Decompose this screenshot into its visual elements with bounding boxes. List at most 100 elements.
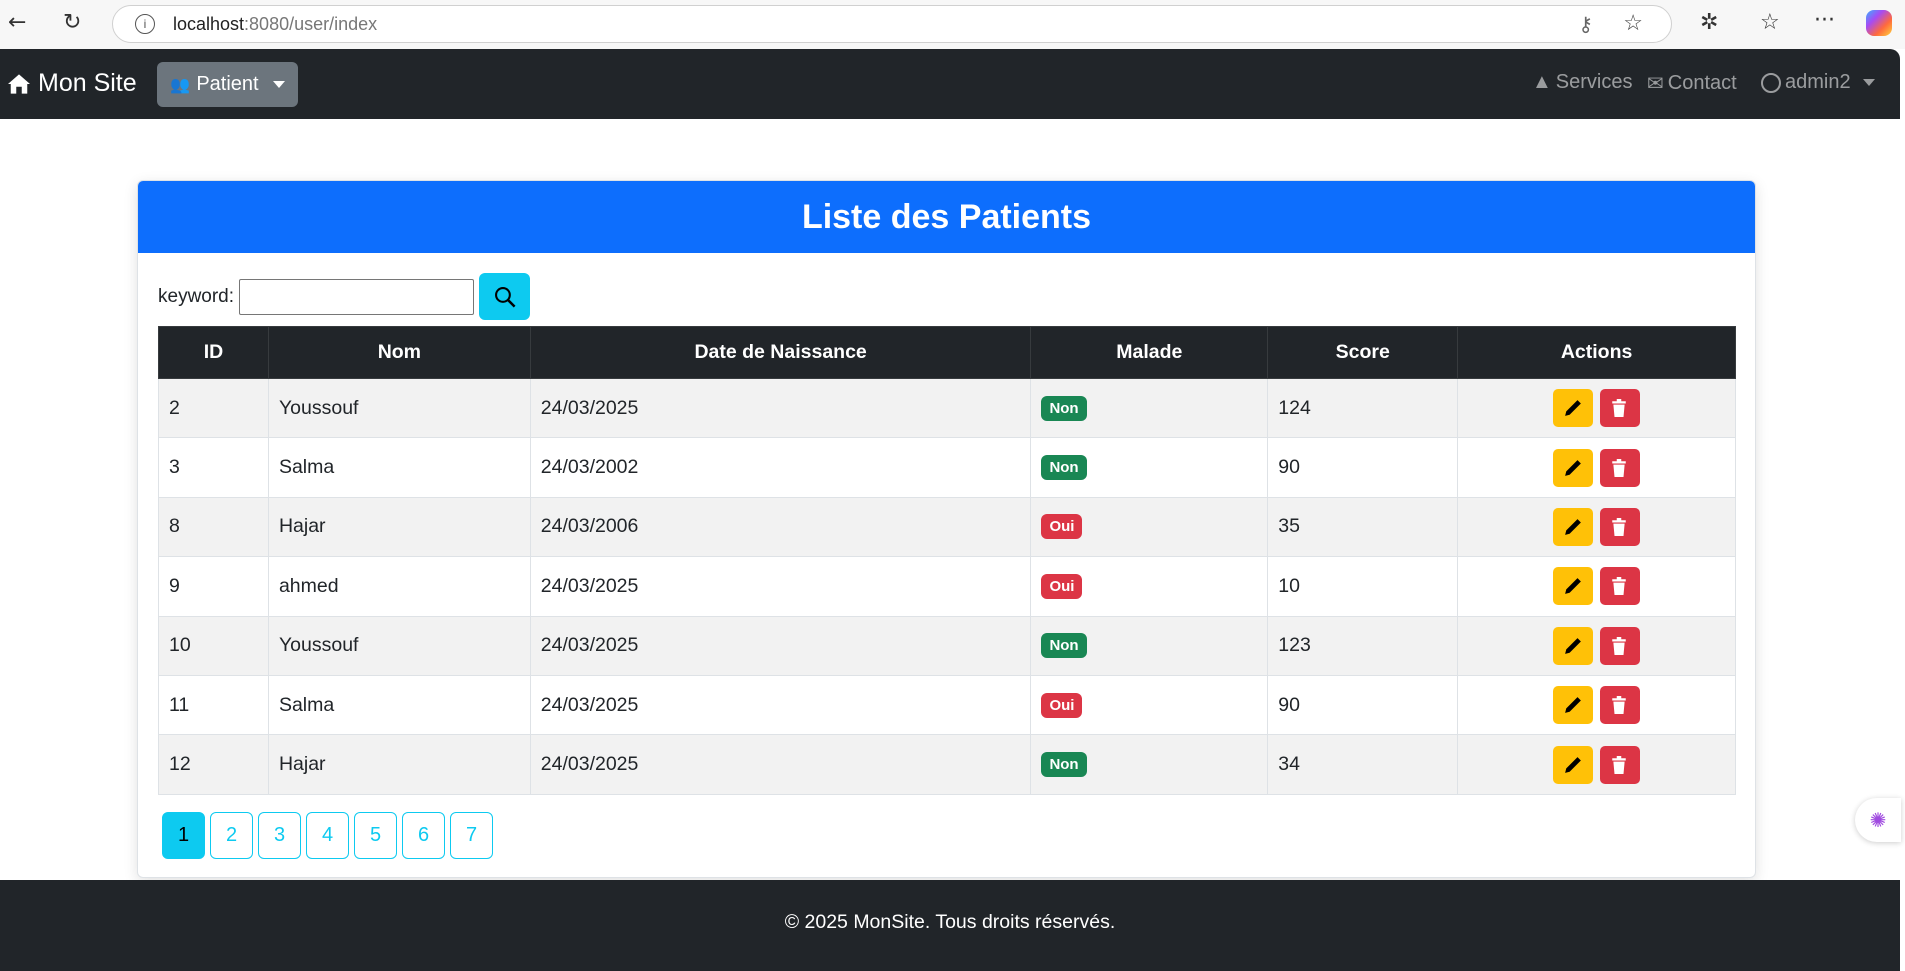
patients-table: ID Nom Date de Naissance Malade Score Actions… [158, 326, 1736, 795]
search-form: keyword: [158, 273, 531, 320]
table-row: 8 Hajar 24/03/2006 Oui 35 [158, 496, 1736, 558]
services-label: Services [1555, 71, 1633, 93]
cell-nom: ahmed [267, 556, 531, 617]
sidebar-assistant-button[interactable]: ✺ [1855, 798, 1901, 842]
page-link-4[interactable]: 4 [306, 812, 349, 859]
brand-label: Mon Site [38, 69, 137, 97]
page-link-6[interactable]: 6 [402, 812, 445, 859]
contact-label: Contact [1667, 72, 1737, 94]
address-bar[interactable]: i localhost:8080/user/index ⚷ ☆ [112, 5, 1672, 43]
cell-id: 2 [158, 377, 269, 439]
home-icon [8, 73, 30, 94]
user-label: admin2 [1785, 71, 1851, 93]
cell-date: 24/03/2025 [529, 377, 1032, 439]
keyword-label: keyword: [158, 285, 235, 307]
services-link[interactable]: ▲ Services [1532, 71, 1633, 94]
brain-icon: ✺ [1869, 809, 1887, 832]
card-title: Liste des Patients [138, 181, 1755, 253]
page-link-5[interactable]: 5 [354, 812, 397, 859]
page-link-3[interactable]: 3 [258, 812, 301, 859]
delete-button[interactable] [1600, 389, 1641, 428]
cell-id: 9 [158, 556, 269, 617]
delete-button[interactable] [1600, 745, 1641, 784]
cell-actions [1457, 556, 1736, 617]
cell-actions [1457, 437, 1736, 498]
cell-actions [1457, 496, 1736, 558]
cell-date: 24/03/2025 [529, 674, 1032, 736]
edit-button[interactable] [1552, 745, 1593, 784]
cell-nom: Hajar [267, 496, 531, 558]
cell-nom: Salma [267, 674, 531, 736]
cell-actions [1457, 734, 1736, 795]
cell-score: 35 [1267, 496, 1459, 558]
patients-card: Liste des Patients keyword: ID Nom Date de… [137, 180, 1756, 878]
malade-badge: Oui [1041, 692, 1083, 718]
cell-id: 11 [158, 674, 269, 736]
cell-score: 90 [1267, 674, 1459, 736]
malade-badge: Non [1041, 395, 1087, 421]
cell-id: 10 [158, 615, 269, 676]
favorites-icon[interactable]: ☆ [1760, 10, 1780, 35]
edit-button[interactable] [1552, 389, 1593, 428]
column-header: Date de Naissance [529, 326, 1032, 379]
cell-malade: Non [1030, 615, 1269, 676]
search-button[interactable] [479, 273, 531, 320]
cell-date: 24/03/2025 [529, 556, 1032, 617]
column-header: Nom [267, 326, 531, 379]
edit-button[interactable] [1552, 448, 1593, 487]
pagination: 1234567 [162, 812, 493, 859]
table-row: 11 Salma 24/03/2025 Oui 90 [158, 674, 1736, 736]
delete-button[interactable] [1600, 626, 1641, 665]
extensions-icon[interactable]: ✲ [1700, 10, 1718, 35]
cell-nom: Youssouf [267, 377, 531, 439]
cell-malade: Oui [1030, 496, 1269, 558]
page-link-2[interactable]: 2 [210, 812, 253, 859]
reload-icon[interactable]: ↻ [63, 10, 81, 35]
cell-actions [1457, 674, 1736, 736]
browser-toolbar: ← ↻ i localhost:8080/user/index ⚷ ☆ ✲ ☆ … [0, 0, 1905, 49]
keyword-input[interactable] [239, 278, 475, 315]
cell-score: 34 [1267, 734, 1459, 795]
column-header: Score [1267, 326, 1459, 379]
edit-button[interactable] [1552, 626, 1593, 665]
malade-badge: Oui [1041, 573, 1083, 599]
copilot-icon[interactable] [1866, 10, 1892, 36]
delete-button[interactable] [1600, 686, 1641, 725]
malade-badge: Non [1041, 455, 1087, 481]
column-header: Actions [1457, 326, 1736, 379]
edit-button[interactable] [1552, 567, 1593, 606]
cell-score: 123 [1267, 615, 1459, 676]
footer: © 2025 MonSite. Tous droits réservés. [0, 880, 1900, 971]
cell-actions [1457, 615, 1736, 676]
back-arrow-icon[interactable]: ← [8, 10, 26, 35]
delete-button[interactable] [1600, 567, 1641, 606]
cell-date: 24/03/2002 [529, 437, 1032, 498]
table-row: 12 Hajar 24/03/2025 Non 34 [158, 734, 1736, 795]
table-row: 3 Salma 24/03/2002 Non 90 [158, 437, 1736, 498]
key-icon[interactable]: ⚷ [1578, 12, 1593, 37]
star-icon[interactable]: ☆ [1623, 10, 1643, 36]
delete-button[interactable] [1600, 507, 1641, 546]
page-link-7[interactable]: 7 [450, 812, 493, 859]
info-icon[interactable]: i [135, 14, 155, 34]
cell-score: 124 [1267, 377, 1459, 439]
edit-button[interactable] [1552, 686, 1593, 725]
cell-score: 10 [1267, 556, 1459, 617]
cell-malade: Non [1030, 437, 1269, 498]
more-icon[interactable]: ··· [1814, 8, 1835, 33]
user-circle-icon [1761, 72, 1781, 93]
page-link-1[interactable]: 1 [162, 812, 205, 859]
patient-dropdown[interactable]: 👥 Patient [157, 62, 298, 107]
edit-button[interactable] [1552, 507, 1593, 546]
delete-button[interactable] [1600, 448, 1641, 487]
brand-link[interactable]: Mon Site [8, 69, 137, 98]
cell-id: 12 [158, 734, 269, 795]
user-dropdown[interactable]: admin2 [1761, 71, 1875, 94]
cell-id: 3 [158, 437, 269, 498]
cell-score: 90 [1267, 437, 1459, 498]
table-row: 9 ahmed 24/03/2025 Oui 10 [158, 556, 1736, 617]
malade-badge: Non [1041, 752, 1087, 778]
contact-link[interactable]: ✉ Contact [1647, 71, 1737, 96]
navbar: Mon Site 👥 Patient ▲ Services ✉ Contact ad… [0, 49, 1900, 119]
envelope-icon: ✉ [1647, 73, 1664, 95]
